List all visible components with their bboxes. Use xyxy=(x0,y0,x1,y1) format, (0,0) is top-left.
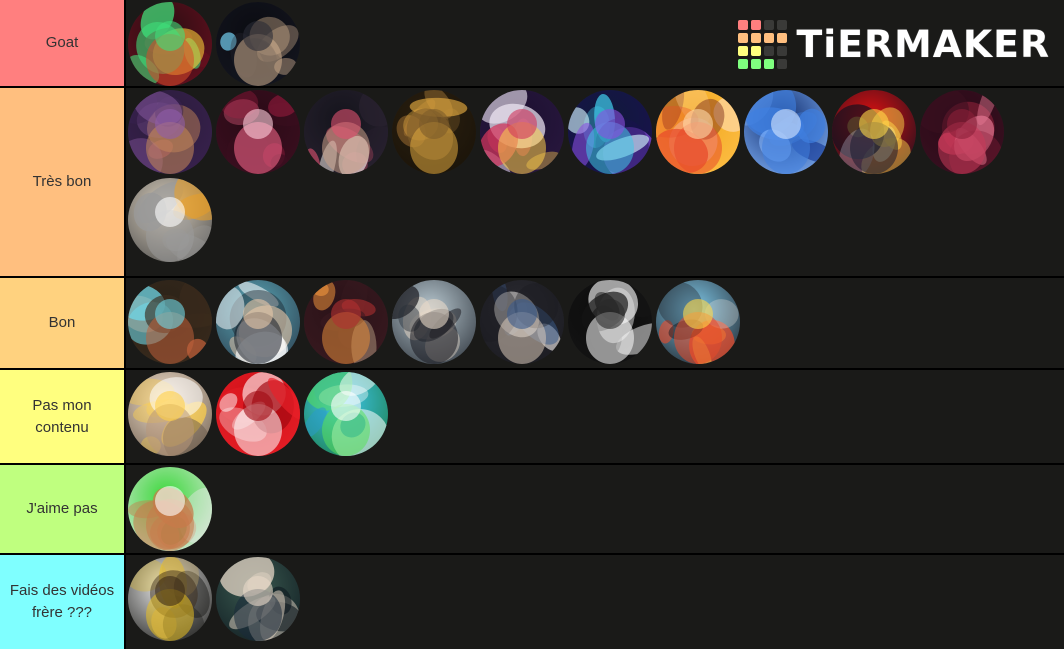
tier-item[interactable] xyxy=(302,278,390,366)
tier-item[interactable] xyxy=(214,555,302,643)
tier-item[interactable] xyxy=(214,0,302,88)
tier-item[interactable] xyxy=(126,278,214,366)
tiermaker-logo: TiERMAKER xyxy=(738,19,1064,69)
logo-grid-cell xyxy=(738,19,749,30)
grey-penguin-character-avatar[interactable] xyxy=(128,178,212,262)
tier-item[interactable] xyxy=(302,88,390,176)
logo-grid-cell xyxy=(751,45,762,56)
tier-items-2[interactable] xyxy=(126,88,1064,276)
tier-label-1[interactable]: Goat xyxy=(0,0,126,86)
minecraft-skin-pink-purple-bg-avatar[interactable] xyxy=(128,90,212,174)
minecraft-skin-black-white-eyes-avatar[interactable] xyxy=(568,280,652,364)
tier-item[interactable] xyxy=(214,88,302,176)
tier-item[interactable] xyxy=(214,370,302,458)
tier-row: Fais des vidéos frère ??? xyxy=(0,555,1064,649)
tier-item[interactable] xyxy=(654,88,742,176)
minecraft-skin-green-bg-avatar[interactable] xyxy=(128,467,212,551)
blurred-pink-red-figure-avatar[interactable] xyxy=(920,90,1004,174)
tier-items-5[interactable] xyxy=(126,465,1064,553)
tiermaker-wordmark: TiERMAKER xyxy=(796,22,1051,66)
logo-grid-cell xyxy=(738,32,749,43)
tier-item[interactable] xyxy=(214,278,302,366)
roblox-avatar-neon-yellow-cap-avatar[interactable] xyxy=(128,2,212,86)
logo-grid-cell xyxy=(764,58,775,69)
roblox-avatar-grey-hair-dark-outfit-avatar[interactable] xyxy=(216,2,300,86)
tier-item[interactable] xyxy=(302,370,390,458)
tier-item[interactable] xyxy=(478,88,566,176)
red-f-logo-avatar[interactable] xyxy=(216,372,300,456)
tier-list-container: Goat TiERMAKER Très bon Bon Pas mon contenu J… xyxy=(0,0,1064,649)
tier-item[interactable] xyxy=(126,370,214,458)
logo-grid-cell xyxy=(777,19,788,30)
tier-item[interactable] xyxy=(126,465,214,553)
tier-row: Très bon xyxy=(0,88,1064,278)
anime-boy-dark-hair-teal-bg-avatar[interactable] xyxy=(216,280,300,364)
minecraft-skin-red-scarf-avatar[interactable] xyxy=(128,280,212,364)
anime-girl-brown-hair-avatar[interactable] xyxy=(128,372,212,456)
minecraft-skin-golden-armour-avatar[interactable] xyxy=(392,90,476,174)
tier-items-1[interactable]: TiERMAKER xyxy=(126,0,1064,86)
tier-item[interactable] xyxy=(126,555,214,643)
tier-label-6[interactable]: Fais des vidéos frère ??? xyxy=(0,555,126,649)
cartoon-cat-red-circle-avatar[interactable] xyxy=(832,90,916,174)
tier-item[interactable] xyxy=(918,88,1006,176)
logo-grid-cell xyxy=(738,45,749,56)
logo-grid-cell xyxy=(738,58,749,69)
tier-label-4[interactable]: Pas mon contenu xyxy=(0,370,126,463)
anime-levi-character-avatar[interactable] xyxy=(392,280,476,364)
tier-item[interactable] xyxy=(566,88,654,176)
anime-itachi-teal-avatar[interactable] xyxy=(216,557,300,641)
photo-person-pink-lighting-avatar[interactable] xyxy=(304,90,388,174)
tier-item[interactable] xyxy=(126,88,214,176)
logo-grid-cell xyxy=(777,45,788,56)
tier-label-2[interactable]: Très bon xyxy=(0,88,126,276)
tier-item[interactable] xyxy=(390,278,478,366)
tier-item[interactable] xyxy=(478,278,566,366)
tier-items-6[interactable] xyxy=(126,555,1064,649)
anime-boy-orange-bg-avatar[interactable] xyxy=(656,90,740,174)
tier-item[interactable] xyxy=(126,176,214,264)
tier-item[interactable] xyxy=(390,88,478,176)
photo-streamer-headset-avatar[interactable] xyxy=(480,280,564,364)
tier-row: J'aime pas xyxy=(0,465,1064,555)
minecraft-skin-crown-purple-avatar[interactable] xyxy=(480,90,564,174)
tier-row: Goat TiERMAKER xyxy=(0,0,1064,88)
logo-grid-cell xyxy=(777,58,788,69)
logo-grid-cell xyxy=(751,19,762,30)
tier-item[interactable] xyxy=(830,88,918,176)
minecraft-skin-pink-glow-avatar[interactable] xyxy=(216,90,300,174)
tiermaker-logo-grid-icon xyxy=(738,19,788,69)
laylo-cyan-logo-avatar[interactable] xyxy=(304,372,388,456)
logo-grid-cell xyxy=(751,32,762,43)
logo-grid-cell xyxy=(764,32,775,43)
roblox-avatar-blue-purple-glow-avatar[interactable] xyxy=(568,90,652,174)
tier-item[interactable] xyxy=(566,278,654,366)
tier-row: Bon xyxy=(0,278,1064,370)
tier-label-3[interactable]: Bon xyxy=(0,278,126,368)
minecraft-skin-orange-hair-avatar[interactable] xyxy=(304,280,388,364)
tier-item[interactable] xyxy=(742,88,830,176)
tier-items-4[interactable] xyxy=(126,370,1064,463)
anime-luffy-mask-avatar[interactable] xyxy=(656,280,740,364)
logo-grid-cell xyxy=(764,19,775,30)
logo-grid-cell xyxy=(777,32,788,43)
tier-item[interactable] xyxy=(126,0,214,88)
logo-grid-cell xyxy=(764,45,775,56)
logo-grid-cell xyxy=(751,58,762,69)
tier-items-3[interactable] xyxy=(126,278,1064,368)
tier-row: Pas mon contenu xyxy=(0,370,1064,465)
minecraft-skin-yellow-helmet-avatar[interactable] xyxy=(128,557,212,641)
tier-item[interactable] xyxy=(654,278,742,366)
roblox-avatar-blue-ice-avatar[interactable] xyxy=(744,90,828,174)
tier-label-5[interactable]: J'aime pas xyxy=(0,465,126,553)
